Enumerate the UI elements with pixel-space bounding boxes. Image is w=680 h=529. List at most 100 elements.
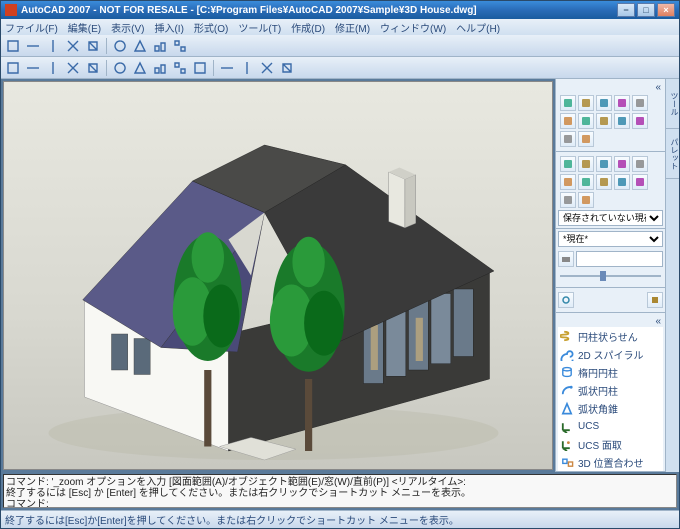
menu-item-1[interactable]: 編集(E) [68, 20, 101, 35]
align-icon [560, 455, 574, 469]
panel-navigate: 保存されていない現在のビュー [556, 152, 665, 229]
tool-item-6[interactable]: UCS 面取 [558, 435, 663, 453]
toolbar-draw-btn-13[interactable] [278, 59, 296, 77]
toolbar-draw-btn-5[interactable] [111, 59, 129, 77]
ptool2-1[interactable] [578, 156, 594, 172]
tool-label: 弧状円柱 [578, 383, 618, 398]
ptool1-5[interactable] [560, 113, 576, 129]
menu-item-4[interactable]: 形式(O) [194, 20, 228, 35]
toolbar-std-btn-2[interactable] [44, 37, 62, 55]
ptool2-9[interactable] [632, 174, 648, 190]
ptool1-3[interactable] [614, 95, 630, 111]
titlebar[interactable]: AutoCAD 2007 - NOT FOR RESALE - [C:¥Prog… [1, 1, 679, 19]
misc-icon-1[interactable] [558, 292, 574, 308]
minimize-button[interactable]: − [617, 3, 635, 17]
slider-thumb[interactable] [600, 271, 606, 281]
layer-select[interactable]: *現在* [558, 231, 663, 247]
ptool2-7[interactable] [596, 174, 612, 190]
body: « 保存されていない現在のビュー *現在* [1, 79, 679, 472]
tool-label: 3D 位置合わせ [578, 455, 644, 470]
menu-item-2[interactable]: 表示(V) [111, 20, 144, 35]
toolbar-std-btn-5[interactable] [111, 37, 129, 55]
toolbar-draw-btn-10[interactable] [218, 59, 236, 77]
ucs-icon [560, 419, 574, 433]
tool-item-3[interactable]: 弧状円柱 [558, 381, 663, 399]
toolbar-std-btn-8[interactable] [171, 37, 189, 55]
slider[interactable] [558, 267, 663, 285]
command-line-1: コマンド: '_zoom オプションを入力 [図面範囲(A)/オブジェクト範囲(… [6, 477, 674, 488]
right-tab-1[interactable]: パレット [666, 129, 679, 179]
ptool2-6[interactable] [578, 174, 594, 190]
ptool1-7[interactable] [596, 113, 612, 129]
ptool1-1[interactable] [578, 95, 594, 111]
ptool2-5[interactable] [560, 174, 576, 190]
ptool1-6[interactable] [578, 113, 594, 129]
menu-item-7[interactable]: 修正(M) [335, 20, 370, 35]
ptool2-0[interactable] [560, 156, 576, 172]
toolbar-std-btn-7[interactable] [151, 37, 169, 55]
menu-item-8[interactable]: ウィンドウ(W) [380, 20, 446, 35]
tool-item-7[interactable]: 3D 位置合わせ [558, 453, 663, 471]
3d-viewport[interactable] [3, 81, 553, 470]
ptool2-10[interactable] [560, 192, 576, 208]
toolbar-draw-btn-6[interactable] [131, 59, 149, 77]
toolbar-std-btn-4[interactable] [84, 37, 102, 55]
ptool2-8[interactable] [614, 174, 630, 190]
house-model [4, 82, 552, 469]
menu-item-9[interactable]: ヘルプ(H) [456, 20, 500, 35]
right-tab-0[interactable]: ツール [666, 79, 679, 129]
ptool1-0[interactable] [560, 95, 576, 111]
ptool2-4[interactable] [632, 156, 648, 172]
ptool1-9[interactable] [632, 113, 648, 129]
ptool2-11[interactable] [578, 192, 594, 208]
panel-misc [556, 288, 665, 313]
toolbar-draw-btn-12[interactable] [258, 59, 276, 77]
chevron-icon: « [655, 82, 661, 93]
menu-item-5[interactable]: ツール(T) [238, 20, 281, 35]
tool-label: 弧状角錐 [578, 401, 618, 416]
tool-item-4[interactable]: 弧状角錐 [558, 399, 663, 417]
toolbar-std-btn-3[interactable] [64, 37, 82, 55]
panel-tools-header[interactable]: « [558, 315, 663, 327]
toolbar-draw-btn-2[interactable] [44, 59, 62, 77]
toolbar-std-btn-6[interactable] [131, 37, 149, 55]
command-line-3: コマンド: [6, 499, 674, 508]
ptool1-10[interactable] [560, 131, 576, 147]
menu-item-6[interactable]: 作成(D) [291, 20, 325, 35]
tool-item-2[interactable]: 楕円円柱 [558, 363, 663, 381]
arccyl-icon [560, 383, 574, 397]
toolbar-draw-btn-0[interactable] [4, 59, 22, 77]
toolbar-draw-btn-9[interactable] [191, 59, 209, 77]
ptool1-2[interactable] [596, 95, 612, 111]
ptool2-2[interactable] [596, 156, 612, 172]
toolbar-std-btn-1[interactable] [24, 37, 42, 55]
layer-tool-icon[interactable] [558, 251, 574, 267]
spiral-icon [560, 347, 574, 361]
app-window: AutoCAD 2007 - NOT FOR RESALE - [C:¥Prog… [0, 0, 680, 529]
panel-toolbox-header[interactable]: « [558, 81, 663, 93]
ptool1-11[interactable] [578, 131, 594, 147]
statusbar: 終了するには[Esc]か[Enter]を押してください。または右クリックでショー… [1, 510, 679, 528]
view-select[interactable]: 保存されていない現在のビュー [558, 210, 663, 226]
spacing-input[interactable] [576, 251, 663, 267]
toolbar-draw-btn-4[interactable] [84, 59, 102, 77]
maximize-button[interactable]: □ [637, 3, 655, 17]
toolbar-draw-btn-11[interactable] [238, 59, 256, 77]
command-line[interactable]: コマンド: '_zoom オプションを入力 [図面範囲(A)/オブジェクト範囲(… [3, 474, 677, 508]
toolbar-draw-btn-3[interactable] [64, 59, 82, 77]
tool-item-5[interactable]: UCS [558, 417, 663, 435]
toolbar-draw-btn-7[interactable] [151, 59, 169, 77]
ptool1-4[interactable] [632, 95, 648, 111]
misc-icon-2[interactable] [647, 292, 663, 308]
menu-item-3[interactable]: 挿入(I) [154, 20, 183, 35]
right-palette: « 保存されていない現在のビュー *現在* [555, 79, 665, 472]
toolbar-draw-btn-1[interactable] [24, 59, 42, 77]
ptool2-3[interactable] [614, 156, 630, 172]
tool-item-1[interactable]: 2D スパイラル [558, 345, 663, 363]
toolbar-draw-btn-8[interactable] [171, 59, 189, 77]
toolbar-std-btn-0[interactable] [4, 37, 22, 55]
tool-item-0[interactable]: 円柱状らせん [558, 327, 663, 345]
ptool1-8[interactable] [614, 113, 630, 129]
menu-item-0[interactable]: ファイル(F) [5, 20, 58, 35]
close-button[interactable]: × [657, 3, 675, 17]
